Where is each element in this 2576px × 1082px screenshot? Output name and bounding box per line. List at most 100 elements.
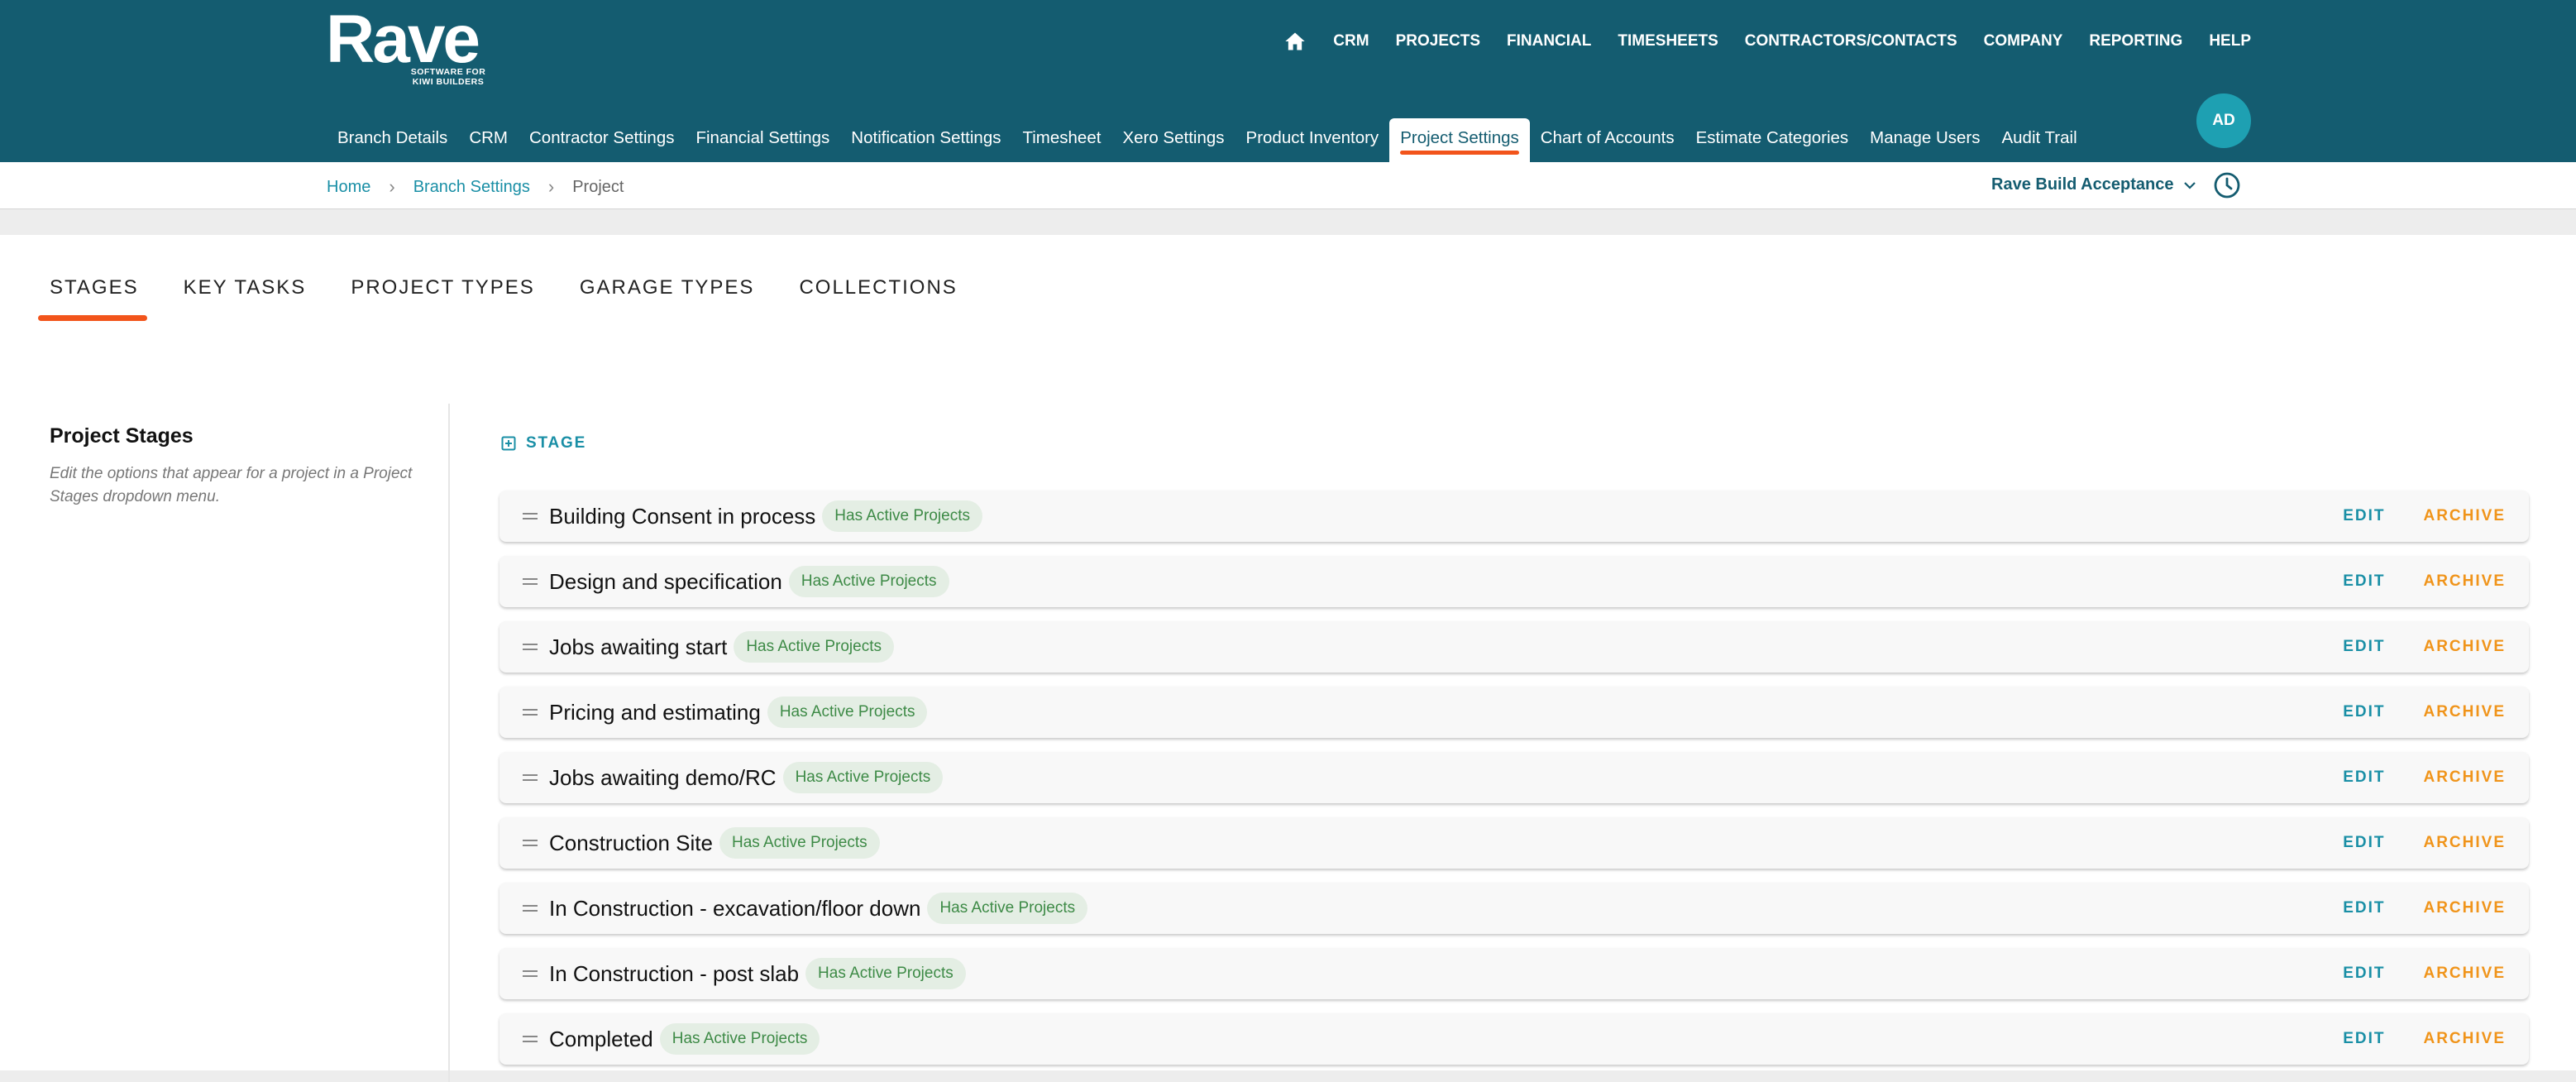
logo-wordmark: Rave bbox=[326, 2, 480, 77]
stage-row[interactable]: Pricing and estimating Has Active Projec… bbox=[499, 687, 2529, 738]
subnav-estimate-categories[interactable]: Estimate Categories bbox=[1685, 118, 1860, 162]
nav-projects[interactable]: PROJECTS bbox=[1396, 32, 1480, 50]
user-avatar[interactable]: AD bbox=[2196, 93, 2251, 148]
drag-handle-icon[interactable] bbox=[523, 642, 538, 652]
status-badge: Has Active Projects bbox=[788, 566, 949, 597]
archive-button[interactable]: ARCHIVE bbox=[2423, 703, 2506, 721]
clock-icon[interactable] bbox=[2213, 171, 2241, 199]
nav-contractors-contacts[interactable]: CONTRACTORS/CONTACTS bbox=[1745, 32, 1957, 50]
add-box-icon bbox=[501, 436, 516, 451]
subnav-notification-settings[interactable]: Notification Settings bbox=[840, 118, 1011, 162]
subnav-financial-settings[interactable]: Financial Settings bbox=[685, 118, 840, 162]
archive-button[interactable]: ARCHIVE bbox=[2423, 1030, 2506, 1048]
subnav-project-settings[interactable]: Project Settings bbox=[1389, 118, 1530, 162]
stage-row[interactable]: Construction Site Has Active Projects ED… bbox=[499, 817, 2529, 869]
stage-name: Jobs awaiting start bbox=[549, 634, 728, 659]
drag-handle-icon[interactable] bbox=[523, 577, 538, 586]
drag-handle-icon[interactable] bbox=[523, 773, 538, 783]
tab-garage-types[interactable]: GARAGE TYPES bbox=[580, 276, 755, 321]
branch-select[interactable]: Rave Build Acceptance bbox=[1991, 175, 2196, 194]
stage-row[interactable]: Design and specification Has Active Proj… bbox=[499, 556, 2529, 607]
breadcrumb-home[interactable]: Home bbox=[327, 178, 370, 197]
stage-name: In Construction - excavation/floor down bbox=[549, 895, 921, 921]
edit-button[interactable]: EDIT bbox=[2343, 507, 2385, 525]
stage-row[interactable]: In Construction - post slab Has Active P… bbox=[499, 948, 2529, 999]
edit-button[interactable]: EDIT bbox=[2343, 703, 2385, 721]
archive-button[interactable]: ARCHIVE bbox=[2423, 834, 2506, 852]
edit-button[interactable]: EDIT bbox=[2343, 572, 2385, 591]
stage-name: Building Consent in process bbox=[549, 503, 816, 529]
chevron-right-icon: › bbox=[389, 176, 395, 197]
nav-crm[interactable]: CRM bbox=[1333, 32, 1369, 50]
rave-logo[interactable]: Rave SOFTWARE FOR KIWI BUILDERS bbox=[326, 2, 499, 88]
branch-select-value: Rave Build Acceptance bbox=[1991, 175, 2174, 194]
nav-help[interactable]: HELP bbox=[2209, 32, 2251, 50]
project-settings-tabs: STAGES KEY TASKS PROJECT TYPES GARAGE TY… bbox=[38, 276, 958, 321]
subnav-manage-users[interactable]: Manage Users bbox=[1859, 118, 1991, 162]
drag-handle-icon[interactable] bbox=[523, 707, 538, 717]
stage-name: In Construction - post slab bbox=[549, 960, 800, 986]
tab-collections[interactable]: COLLECTIONS bbox=[799, 276, 957, 321]
drag-handle-icon[interactable] bbox=[523, 1034, 538, 1044]
edit-button[interactable]: EDIT bbox=[2343, 834, 2385, 852]
archive-button[interactable]: ARCHIVE bbox=[2423, 768, 2506, 787]
drag-handle-icon[interactable] bbox=[523, 838, 538, 848]
drag-handle-icon[interactable] bbox=[523, 903, 538, 913]
stage-name: Completed bbox=[549, 1026, 653, 1051]
stage-row[interactable]: Jobs awaiting demo/RC Has Active Project… bbox=[499, 752, 2529, 803]
status-badge: Has Active Projects bbox=[782, 762, 944, 793]
breadcrumb: Home › Branch Settings › Project bbox=[327, 176, 624, 198]
breadcrumb-branch-settings[interactable]: Branch Settings bbox=[413, 178, 530, 197]
subnav-product-inventory[interactable]: Product Inventory bbox=[1235, 118, 1390, 162]
status-badge: Has Active Projects bbox=[805, 958, 966, 989]
archive-button[interactable]: ARCHIVE bbox=[2423, 899, 2506, 917]
subnav-timesheet[interactable]: Timesheet bbox=[1011, 118, 1111, 162]
subnav-crm[interactable]: CRM bbox=[458, 118, 519, 162]
breadcrumb-bar: Home › Branch Settings › Project Rave Bu… bbox=[0, 162, 2576, 209]
subnav-branch-details[interactable]: Branch Details bbox=[327, 118, 458, 162]
stage-row[interactable]: In Construction - excavation/floor down … bbox=[499, 883, 2529, 934]
drag-handle-icon[interactable] bbox=[523, 969, 538, 979]
status-badge: Has Active Projects bbox=[767, 697, 928, 728]
edit-button[interactable]: EDIT bbox=[2343, 768, 2385, 787]
nav-financial[interactable]: FINANCIAL bbox=[1507, 32, 1591, 50]
stage-row[interactable]: Building Consent in process Has Active P… bbox=[499, 491, 2529, 542]
top-header: Rave SOFTWARE FOR KIWI BUILDERS CRM PROJ… bbox=[0, 0, 2576, 162]
archive-button[interactable]: ARCHIVE bbox=[2423, 507, 2506, 525]
drag-handle-icon[interactable] bbox=[523, 511, 538, 521]
subnav-audit-trail[interactable]: Audit Trail bbox=[1991, 118, 2087, 162]
main-nav: CRM PROJECTS FINANCIAL TIMESHEETS CONTRA… bbox=[1283, 20, 2251, 63]
tab-project-types[interactable]: PROJECT TYPES bbox=[351, 276, 535, 321]
archive-button[interactable]: ARCHIVE bbox=[2423, 965, 2506, 983]
subnav-contractor-settings[interactable]: Contractor Settings bbox=[519, 118, 685, 162]
row-actions: EDIT ARCHIVE bbox=[2343, 817, 2506, 869]
tab-stages[interactable]: STAGES bbox=[38, 276, 147, 321]
stage-row[interactable]: Completed Has Active Projects EDIT ARCHI… bbox=[499, 1013, 2529, 1065]
stage-name: Pricing and estimating bbox=[549, 699, 761, 725]
edit-button[interactable]: EDIT bbox=[2343, 899, 2385, 917]
archive-button[interactable]: ARCHIVE bbox=[2423, 572, 2506, 591]
stage-name: Construction Site bbox=[549, 830, 713, 855]
section-title: Project Stages bbox=[50, 424, 194, 448]
subnav-xero-settings[interactable]: Xero Settings bbox=[1111, 118, 1235, 162]
add-stage-label: STAGE bbox=[526, 434, 587, 452]
home-button[interactable] bbox=[1283, 30, 1307, 53]
stage-row[interactable]: Jobs awaiting start Has Active Projects … bbox=[499, 621, 2529, 673]
archive-button[interactable]: ARCHIVE bbox=[2423, 638, 2506, 656]
status-badge: Has Active Projects bbox=[734, 631, 894, 663]
add-stage-button[interactable]: STAGE bbox=[501, 434, 586, 452]
edit-button[interactable]: EDIT bbox=[2343, 638, 2385, 656]
nav-company[interactable]: COMPANY bbox=[1984, 32, 2063, 50]
nav-timesheets[interactable]: TIMESHEETS bbox=[1618, 32, 1718, 50]
edit-button[interactable]: EDIT bbox=[2343, 1030, 2385, 1048]
row-actions: EDIT ARCHIVE bbox=[2343, 948, 2506, 999]
logo-tagline: SOFTWARE FOR KIWI BUILDERS bbox=[410, 67, 486, 87]
settings-subnav: Branch Details CRM Contractor Settings F… bbox=[327, 118, 2088, 162]
chevron-down-icon bbox=[2184, 181, 2196, 189]
subnav-chart-of-accounts[interactable]: Chart of Accounts bbox=[1530, 118, 1685, 162]
tab-key-tasks[interactable]: KEY TASKS bbox=[184, 276, 307, 321]
nav-reporting[interactable]: REPORTING bbox=[2089, 32, 2182, 50]
edit-button[interactable]: EDIT bbox=[2343, 965, 2385, 983]
settings-panel: STAGES KEY TASKS PROJECT TYPES GARAGE TY… bbox=[0, 235, 2576, 1082]
status-badge: Has Active Projects bbox=[659, 1023, 820, 1055]
